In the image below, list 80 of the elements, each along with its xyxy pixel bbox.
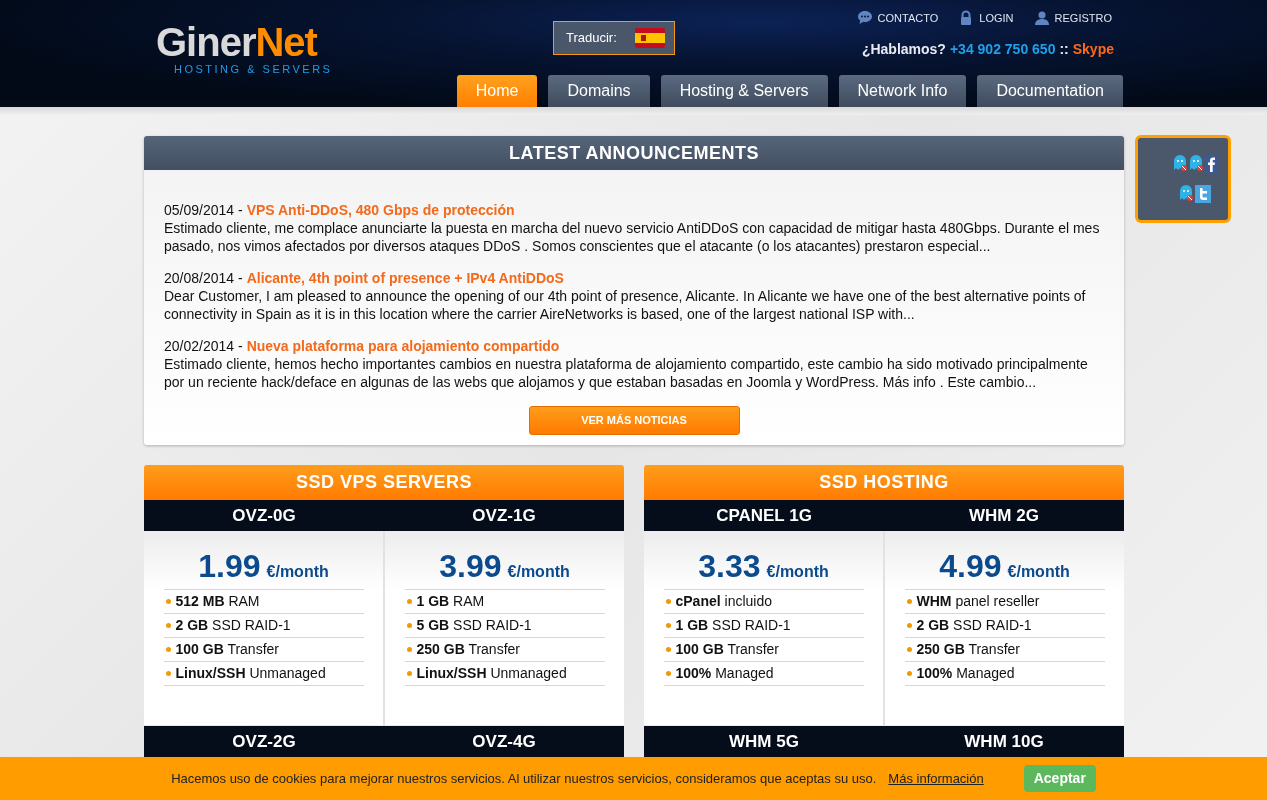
- bullet-icon: [906, 671, 912, 676]
- ghost-icon: [1179, 185, 1195, 203]
- plan-feature: WHM panel reseller: [916, 592, 1040, 611]
- plan-feature: 100% Managed: [675, 664, 774, 683]
- plan-price: 3.33: [698, 547, 761, 586]
- bullet-icon: [665, 647, 671, 652]
- header-link[interactable]: CONTACTO: [856, 10, 939, 26]
- section-title: SSD HOSTING: [644, 465, 1124, 500]
- bullet-icon: [906, 599, 912, 604]
- plan-name: OVZ-1G: [471, 504, 537, 527]
- plan-feature: 2 GB SSD RAID-1: [916, 616, 1032, 635]
- chat-bubble-icon: [856, 10, 873, 26]
- plan-feature: Linux/SSH Unmanaged: [175, 664, 326, 683]
- plan-feature: 5 GB SSD RAID-1: [416, 616, 532, 635]
- price-unit: €/month: [766, 562, 829, 582]
- announcement-date: 05/09/2014 -: [164, 201, 243, 219]
- twitter-icon[interactable]: [1195, 185, 1211, 203]
- translate-button[interactable]: Traducir:: [553, 21, 675, 55]
- announcement-date: 20/02/2014 -: [164, 337, 243, 355]
- panel-title: LATEST ANNOUNCEMENTS: [144, 136, 1124, 170]
- plan-name: OVZ-2G: [231, 730, 297, 753]
- announcement-text: Dear Customer, I am pleased to announce the opening of our 4th point of presence, Alicante. In Alicante we have one of the best alternative points of connectivity in Spain as it is in this location where the carrier AireNetworks is based, one of the largest national ISP with...: [164, 287, 1087, 323]
- plan-name: WHM 10G: [963, 730, 1045, 753]
- bullet-icon: [165, 647, 171, 652]
- header-link[interactable]: REGISTRO: [1033, 10, 1112, 26]
- skype-link[interactable]: Skype: [1072, 39, 1114, 65]
- person-icon: [1033, 10, 1050, 26]
- separator: ::: [1059, 40, 1069, 59]
- plan-name: CPANEL 1G: [715, 504, 813, 527]
- bullet-icon: [406, 647, 412, 652]
- bullet-icon: [906, 623, 912, 628]
- plan-price: 1.99: [198, 547, 261, 586]
- nav-tab[interactable]: Hosting & Servers: [660, 75, 828, 107]
- announcement-text: Estimado cliente, hemos hecho importantes cambios en nuestra plataforma de alojamiento compartido, este cambio ha sido motivado principalmente por un reciente hack/deface en algunas de las webs que alojamos y que estaban basadas en Joomla y WordPress. Más info . Este cambio...: [164, 355, 1089, 391]
- plan-name: OVZ-0G: [231, 504, 297, 527]
- nav-tab[interactable]: Domains: [548, 75, 650, 107]
- bullet-icon: [906, 647, 912, 652]
- plan-name: WHM 2G: [968, 504, 1040, 527]
- plan-feature: 250 GB Transfer: [416, 640, 520, 659]
- spain-flag-icon: [634, 28, 665, 48]
- plan-name: WHM 5G: [728, 730, 800, 753]
- price-unit: €/month: [266, 562, 329, 582]
- cookie-notice: Hacemos uso de cookies para mejorar nuestros servicios. Al utilizar nuestros servicios, consideramos que aceptas su uso.: [171, 769, 877, 788]
- logo[interactable]: GinerNet HOSTING & SERVERS: [156, 22, 444, 76]
- plan-price: 4.99: [939, 547, 1002, 586]
- plan-feature: 2 GB SSD RAID-1: [175, 616, 291, 635]
- plan-feature: 512 MB RAM: [175, 592, 260, 611]
- bullet-icon: [165, 671, 171, 676]
- contact-prompt: ¿Hablamos?: [861, 40, 946, 59]
- bullet-icon: [665, 599, 671, 604]
- plan-feature: 100% Managed: [916, 664, 1015, 683]
- ghost-icon: [1173, 155, 1189, 173]
- plan-feature: 250 GB Transfer: [916, 640, 1020, 659]
- price-unit: €/month: [507, 562, 570, 582]
- plan-feature: 100 GB Transfer: [675, 640, 779, 659]
- phone-link[interactable]: +34 902 750 650: [949, 39, 1056, 65]
- ghost-icon: [1189, 155, 1205, 173]
- plan-feature: 1 GB RAM: [416, 592, 485, 611]
- bullet-icon: [665, 671, 671, 676]
- price-unit: €/month: [1007, 562, 1070, 582]
- bullet-icon: [665, 623, 671, 628]
- plan-name: OVZ-4G: [471, 730, 537, 753]
- bullet-icon: [165, 623, 171, 628]
- plan-feature: Linux/SSH Unmanaged: [416, 664, 567, 683]
- facebook-icon[interactable]: [1205, 155, 1217, 173]
- bullet-icon: [406, 671, 412, 676]
- plan-feature: 100 GB Transfer: [175, 640, 279, 659]
- nav-tab[interactable]: Network Info: [838, 75, 967, 107]
- bullet-icon: [406, 623, 412, 628]
- bullet-icon: [165, 599, 171, 604]
- nav-tab[interactable]: Documentation: [977, 75, 1123, 107]
- section-title: SSD VPS SERVERS: [144, 465, 624, 500]
- announcement-date: 20/08/2014 -: [164, 269, 243, 287]
- header-link[interactable]: LOGIN: [958, 10, 1014, 26]
- announcement-text: Estimado cliente, me complace anunciarte la puesta en marcha del nuevo servicio AntiDDoS con capacidad de mitigar hasta 480Gbps. Durante el mes pasado, nos vimos afectados por diversos ataques DDoS . Somos conscientes que el atacante (o los atacantes) prestaron especial...: [164, 219, 1101, 255]
- more-info-link[interactable]: Más información: [888, 768, 984, 789]
- bullet-icon: [406, 599, 412, 604]
- plan-feature: 1 GB SSD RAID-1: [675, 616, 791, 635]
- plan-price: 3.99: [439, 547, 502, 586]
- plan-feature: cPanel incluido: [675, 592, 772, 611]
